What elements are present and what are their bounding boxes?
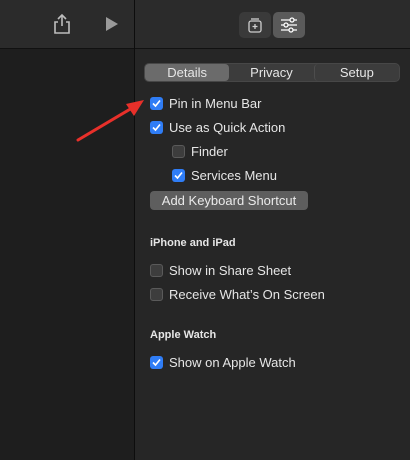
add-to-library-icon: [248, 18, 262, 33]
pin-menu-bar-checkbox[interactable]: [150, 97, 163, 110]
services-menu-option[interactable]: Services Menu: [172, 168, 277, 183]
share-sheet-label: Show in Share Sheet: [169, 263, 292, 278]
quick-action-option[interactable]: Use as Quick Action: [150, 120, 285, 135]
services-menu-checkbox[interactable]: [172, 169, 185, 182]
share-sheet-checkbox[interactable]: [150, 264, 163, 277]
finder-option[interactable]: Finder: [172, 144, 228, 159]
tab-details[interactable]: Details: [145, 64, 230, 81]
finder-label: Finder: [191, 144, 228, 159]
whats-on-screen-option[interactable]: Receive What’s On Screen: [150, 287, 325, 302]
add-to-library-button[interactable]: [239, 12, 271, 38]
pin-menu-bar-label: Pin in Menu Bar: [169, 96, 262, 111]
show-on-watch-checkbox[interactable]: [150, 356, 163, 369]
quick-action-label: Use as Quick Action: [169, 120, 286, 135]
pin-menu-bar-option[interactable]: Pin in Menu Bar: [150, 96, 262, 111]
inspector-tabs: Details Privacy Setup: [144, 63, 400, 82]
share-sheet-option[interactable]: Show in Share Sheet: [150, 263, 291, 278]
annotation-arrow-icon: [76, 100, 144, 142]
show-on-watch-label: Show on Apple Watch: [169, 355, 296, 370]
whats-on-screen-checkbox[interactable]: [150, 288, 163, 301]
finder-checkbox[interactable]: [172, 145, 185, 158]
details-settings-button[interactable]: [273, 12, 305, 38]
details-inspector: Details Privacy Setup Pin in Menu Bar Us…: [135, 0, 410, 460]
apple-watch-section-title: Apple Watch: [150, 329, 217, 341]
play-icon[interactable]: [104, 14, 120, 34]
services-menu-label: Services Menu: [191, 168, 277, 183]
tab-setup[interactable]: Setup: [313, 64, 399, 81]
left-pane: [0, 0, 134, 460]
add-keyboard-shortcut-button[interactable]: Add Keyboard Shortcut: [150, 191, 308, 210]
iphone-section-title: iPhone and iPad: [150, 237, 236, 249]
settings-sliders-icon: [281, 17, 297, 33]
tab-privacy[interactable]: Privacy: [229, 64, 313, 81]
right-toolbar: [135, 0, 410, 49]
left-toolbar: [0, 0, 134, 49]
show-on-watch-option[interactable]: Show on Apple Watch: [150, 355, 296, 370]
share-icon[interactable]: [50, 12, 74, 36]
whats-on-screen-label: Receive What’s On Screen: [169, 287, 325, 302]
quick-action-checkbox[interactable]: [150, 121, 163, 134]
